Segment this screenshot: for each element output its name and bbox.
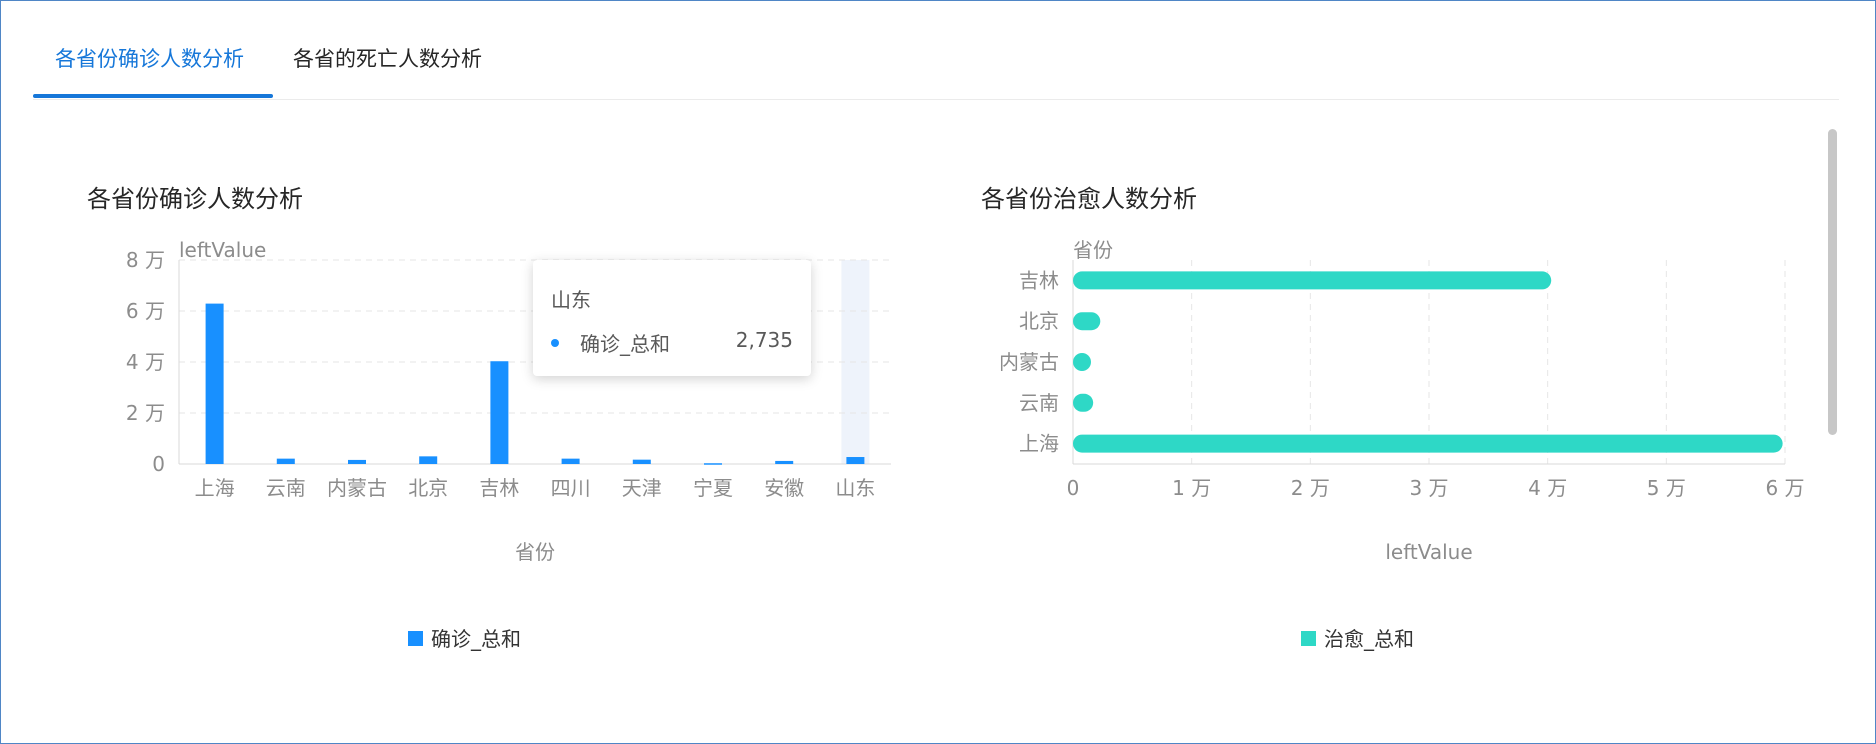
bar-吉林[interactable]	[1073, 271, 1552, 290]
x-tick-label: 5 万	[1647, 476, 1686, 500]
tooltip-series-marker	[551, 339, 559, 347]
cured-horizontal-bar-chart: 0 1 万 2 万 3 万 4 万 5 万 6 万 吉林北京内蒙古云南上海 省份 leftValu…	[999, 238, 1805, 651]
bar-内蒙古[interactable]	[1073, 353, 1091, 371]
bar-上海[interactable]	[1073, 434, 1783, 453]
tooltip-value: 2,735	[735, 328, 793, 352]
y-axis-title: 省份	[1073, 238, 1113, 262]
bar-云南[interactable]	[1073, 393, 1094, 412]
legend-label[interactable]: 治愈_总和	[1324, 627, 1414, 651]
x-tick-label: 3 万	[1409, 476, 1448, 500]
x-axis-title: leftValue	[1385, 540, 1472, 564]
y-tick-label: 吉林	[1019, 268, 1059, 292]
bar-北京[interactable]	[1073, 312, 1101, 331]
chart-tooltip: 山东 确诊_总和 2,735	[533, 260, 811, 376]
x-tick-label: 2 万	[1291, 476, 1330, 500]
y-tick-label: 北京	[1019, 309, 1059, 333]
y-tick-label: 上海	[1019, 432, 1059, 456]
tooltip-series-name: 确诊_总和	[580, 332, 670, 356]
y-tick-label: 云南	[1019, 391, 1059, 415]
x-tick-label: 6 万	[1765, 476, 1804, 500]
x-tick-label: 4 万	[1528, 476, 1567, 500]
x-tick-label: 1 万	[1172, 476, 1211, 500]
tooltip-title: 山东	[551, 288, 591, 312]
dashboard-panel: 各省份确诊人数分析 各省的死亡人数分析 各省份确诊人数分析 各省份治愈人数分析 …	[0, 0, 1876, 744]
x-tick-label: 0	[1067, 476, 1080, 500]
y-tick-label: 内蒙古	[999, 350, 1059, 374]
legend-marker[interactable]	[1301, 631, 1316, 646]
